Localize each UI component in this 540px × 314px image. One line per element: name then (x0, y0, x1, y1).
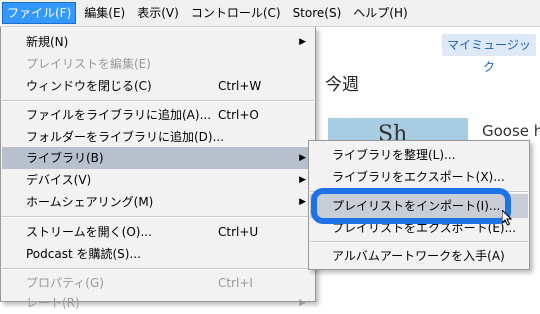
file-menu: 新規(N) ▶ プレイリストを編集(E) ウィンドウを閉じる(C) Ctrl+W… (0, 27, 316, 310)
menu-item-devices[interactable]: デバイス(V) ▶ (2, 169, 314, 191)
submenu-item-label: ライブラリをエクスポート(X)... (332, 170, 505, 184)
menubar-store[interactable]: Store(S) (289, 2, 346, 24)
menu-item-subscribe-podcast[interactable]: Podcast を購読(S)... (2, 243, 314, 265)
menu-item-add-file[interactable]: ファイルをライブラリに追加(A)... Ctrl+O (2, 104, 314, 126)
menu-separator (310, 191, 528, 193)
submenu-item-label: プレイリストをエクスポート(E)... (332, 221, 517, 235)
menu-item-edit-playlist: プレイリストを編集(E) (2, 53, 314, 75)
menu-item-label: ウィンドウを閉じる(C) (26, 79, 152, 93)
submenu-arrow-icon: ▶ (299, 37, 306, 47)
menu-item-label: レート(R) (26, 296, 80, 310)
section-title: 今週 (325, 75, 359, 95)
menu-item-label: ライブラリ(B) (26, 151, 104, 165)
menu-item-home-sharing[interactable]: ホームシェアリング(M) ▶ (2, 191, 314, 213)
album-title[interactable]: Goose h (482, 122, 540, 140)
submenu-item-label: プレイリストをインポート(I)... (332, 199, 501, 213)
menu-item-library[interactable]: ライブラリ(B) ▶ (2, 147, 314, 169)
library-submenu: ライブラリを整理(L)... ライブラリをエクスポート(X)... プレイリスト… (308, 140, 530, 270)
menu-item-label: 新規(N) (26, 35, 69, 49)
menu-item-shortcut: Ctrl+U (218, 225, 259, 239)
submenu-item-export-playlist[interactable]: プレイリストをエクスポート(E)... (310, 216, 528, 240)
menu-item-open-stream[interactable]: ストリームを開く(O)... Ctrl+U (2, 221, 314, 243)
menu-item-shortcut: Ctrl+I (218, 276, 253, 290)
menu-separator (2, 100, 314, 102)
menubar-edit[interactable]: 編集(E) (80, 2, 129, 24)
menu-item-label: Podcast を購読(S)... (26, 247, 141, 261)
menu-item-new[interactable]: 新規(N) ▶ (2, 31, 314, 53)
menubar-file[interactable]: ファイル(F) (2, 2, 77, 24)
menu-item-label: プロパティ(G) (26, 276, 104, 290)
menu-separator (310, 241, 528, 243)
menu-item-properties: プロパティ(G) Ctrl+I (2, 272, 314, 294)
menu-item-label: ストリームを開く(O)... (26, 225, 152, 239)
submenu-item-get-album-artwork[interactable]: アルバムアートワークを入手(A) (310, 244, 528, 268)
menu-item-add-folder[interactable]: フォルダーをライブラリに追加(D)... (2, 126, 314, 148)
menu-separator (2, 216, 314, 218)
menu-item-label: フォルダーをライブラリに追加(D)... (26, 130, 225, 144)
menubar-view[interactable]: 表示(V) (133, 2, 183, 24)
menu-item-rating: レート(R) ▶ (2, 292, 314, 314)
menu-item-label: デバイス(V) (26, 173, 92, 187)
menu-separator (2, 268, 314, 270)
submenu-arrow-icon: ▶ (299, 153, 306, 163)
menu-item-label: ホームシェアリング(M) (26, 195, 154, 209)
submenu-item-export-library[interactable]: ライブラリをエクスポート(X)... (310, 165, 528, 189)
submenu-arrow-icon: ▶ (299, 298, 306, 308)
mouse-cursor-icon (502, 210, 512, 226)
submenu-arrow-icon: ▶ (299, 197, 306, 207)
my-music-button[interactable]: マイミュージック (442, 34, 536, 74)
menubar-controls[interactable]: コントロール(C) (187, 2, 285, 24)
menu-item-label: ファイルをライブラリに追加(A)... (26, 108, 212, 122)
menu-item-close-window[interactable]: ウィンドウを閉じる(C) Ctrl+W (2, 75, 314, 97)
menubar-help[interactable]: ヘルプ(H) (349, 2, 411, 24)
menu-item-shortcut: Ctrl+W (218, 79, 262, 93)
menu-item-label: プレイリストを編集(E) (26, 57, 151, 71)
submenu-arrow-icon: ▶ (299, 175, 306, 185)
submenu-item-label: アルバムアートワークを入手(A) (332, 249, 505, 263)
submenu-item-label: ライブラリを整理(L)... (332, 148, 456, 162)
submenu-item-organize-library[interactable]: ライブラリを整理(L)... (310, 143, 528, 167)
menu-item-shortcut: Ctrl+O (218, 108, 259, 122)
submenu-item-import-playlist[interactable]: プレイリストをインポート(I)... (310, 194, 528, 218)
menu-bar: ファイル(F) 編集(E) 表示(V) コントロール(C) Store(S) ヘ… (0, 0, 540, 27)
